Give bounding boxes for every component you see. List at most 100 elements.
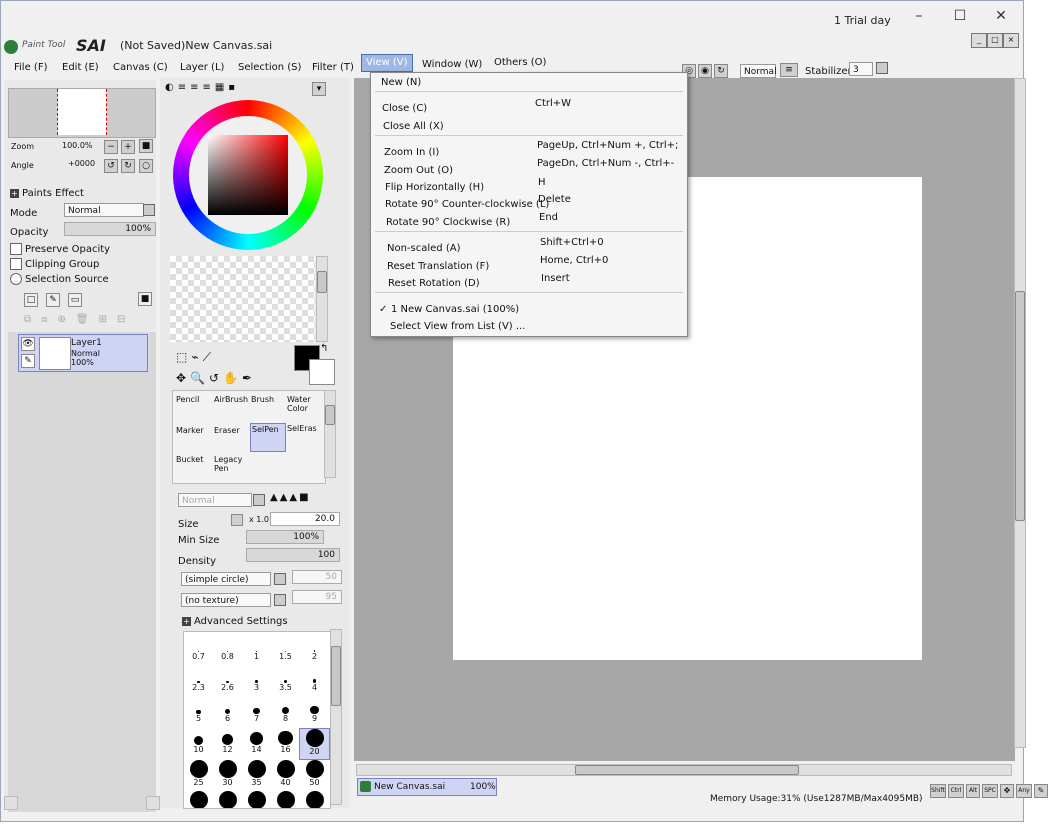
mdi-minimize-button[interactable]: _ xyxy=(971,33,987,48)
brush-edge-hardness-icons[interactable]: ▲▲▲■ xyxy=(270,492,340,506)
advanced-settings-header[interactable]: + Advanced Settings xyxy=(182,616,288,627)
layer-scroll-left-button[interactable] xyxy=(4,796,18,810)
tool-marker[interactable]: Marker xyxy=(175,425,211,454)
selection-source-radio[interactable] xyxy=(10,273,22,285)
canvas-vertical-scrollbar[interactable] xyxy=(1014,78,1026,748)
view-menu-canvas-entry[interactable]: 1 New Canvas.sai (100%) xyxy=(391,304,519,315)
view-menu-flip-horizontally[interactable]: Flip Horizontally (H) xyxy=(385,182,484,193)
navigator-preview[interactable] xyxy=(8,88,156,138)
view-menu-zoom-out[interactable]: Zoom Out (O) xyxy=(384,165,453,176)
tool-selpen[interactable]: SelPen xyxy=(250,423,286,452)
brush-size-preset[interactable]: 8 xyxy=(271,698,300,728)
brush-mode-dropdown-icon[interactable] xyxy=(253,494,265,506)
rotate-reset-button[interactable]: ○ xyxy=(139,159,153,173)
clipping-group-checkbox[interactable] xyxy=(10,258,22,270)
paints-effect-header[interactable]: + Paints Effect xyxy=(10,188,84,199)
brush-size-preset[interactable]: 5 xyxy=(184,698,213,728)
size-value[interactable]: 20.0 xyxy=(270,512,340,526)
size-multiplier-dropdown-icon[interactable] xyxy=(231,514,243,526)
mdi-close-button[interactable]: × xyxy=(1003,33,1019,48)
layer-row[interactable]: 👁 ✎ Layer1 Normal 100% xyxy=(18,334,148,372)
brush-size-preset[interactable]: 70 xyxy=(213,791,242,808)
brush-size-preset[interactable]: 20 xyxy=(299,728,330,760)
brush-size-preset[interactable]: 100 xyxy=(271,791,300,808)
preserve-opacity-row[interactable]: Preserve Opacity xyxy=(10,243,110,255)
layer-mode-select[interactable]: Normal xyxy=(64,203,144,217)
canvas-tab[interactable]: New Canvas.sai 100% xyxy=(357,778,497,796)
color-wheel[interactable] xyxy=(173,100,323,250)
tool-airbrush[interactable]: AirBrush xyxy=(213,394,249,423)
brush-size-preset[interactable]: 3 xyxy=(242,667,271,697)
layer-mode-dropdown-icon[interactable] xyxy=(143,204,155,216)
brush-size-preset[interactable]: 9 xyxy=(300,698,329,728)
swatch-scrollbar[interactable] xyxy=(316,256,328,342)
brush-size-preset[interactable]: 1 xyxy=(242,636,271,666)
menu-filter[interactable]: Filter (T) xyxy=(308,60,358,76)
clipping-group-row[interactable]: Clipping Group xyxy=(10,258,99,270)
canvas-horizontal-scrollbar[interactable] xyxy=(356,764,1012,776)
tool-brush[interactable]: Brush xyxy=(250,394,286,423)
brush-size-scrollbar[interactable] xyxy=(330,629,342,805)
view-menu-reset-translation[interactable]: Reset Translation (F) xyxy=(387,261,489,272)
tool-bucket[interactable]: Bucket xyxy=(175,454,211,483)
tool-seleras[interactable]: SelEras xyxy=(286,423,322,452)
color-swatches[interactable] xyxy=(170,256,315,342)
view-menu-non-scaled[interactable]: Non-scaled (A) xyxy=(387,243,460,254)
brush-size-preset[interactable]: 80 xyxy=(242,791,271,808)
new-linework-layer-icon[interactable]: ✎ xyxy=(46,293,60,307)
color-panel-menu-icon[interactable]: ▾ xyxy=(312,82,326,96)
menu-file[interactable]: File (F) xyxy=(10,60,51,76)
maximize-button[interactable]: ☐ xyxy=(945,6,975,26)
selection-source-row[interactable]: Selection Source xyxy=(10,273,109,285)
zoom-value[interactable]: 100.0% xyxy=(62,141,93,150)
new-folder-icon[interactable]: ▭ xyxy=(68,293,82,307)
secondary-color-swatch[interactable] xyxy=(309,359,335,385)
swap-colors-icon[interactable]: ↰ xyxy=(320,343,328,354)
view-menu-close-all[interactable]: Close All (X) xyxy=(383,121,444,132)
view-menu-select-view[interactable]: Select View from List (V) ... xyxy=(390,321,525,332)
brush-size-preset[interactable]: 0.7 xyxy=(184,636,213,666)
tool-pencil[interactable]: Pencil xyxy=(175,394,211,423)
menu-window[interactable]: Window (W) xyxy=(418,57,486,73)
menu-edit[interactable]: Edit (E) xyxy=(58,60,103,76)
brush-size-preset[interactable]: 35 xyxy=(242,760,271,790)
saturation-value-square[interactable] xyxy=(208,135,288,215)
brush-size-preset[interactable]: 14 xyxy=(242,729,271,759)
rotate-right-button[interactable]: ↻ xyxy=(121,159,135,173)
layer-visibility-eye-icon[interactable]: 👁 xyxy=(21,337,35,351)
zoom-reset-button[interactable]: ■ xyxy=(139,139,153,153)
selection-tools[interactable]: ⬚⌁⟋ xyxy=(176,350,215,365)
preserve-opacity-checkbox[interactable] xyxy=(10,243,22,255)
brush-size-preset[interactable]: 120 xyxy=(300,791,329,808)
brush-size-preset[interactable]: 12 xyxy=(213,729,242,759)
rotate-left-button[interactable]: ↺ xyxy=(104,159,118,173)
view-menu-zoom-in[interactable]: Zoom In (I) xyxy=(384,147,439,158)
color-mode-tabs[interactable]: ◐≡≡≡▦▪ xyxy=(165,82,285,96)
brush-shape-dropdown-icon[interactable] xyxy=(274,573,286,585)
tool-eraser[interactable]: Eraser xyxy=(213,425,249,454)
layer-scroll-right-button[interactable] xyxy=(146,796,160,810)
view-menu-new[interactable]: New (N) xyxy=(381,77,421,88)
brush-size-preset[interactable]: 16 xyxy=(271,729,300,759)
size-multiplier[interactable]: x 1.0 xyxy=(249,515,269,524)
brush-size-preset[interactable]: 50 xyxy=(300,760,329,790)
brush-shape-value[interactable]: 50 xyxy=(292,570,342,584)
brush-size-preset[interactable]: 0.8 xyxy=(213,636,242,666)
brush-size-preset[interactable]: 3.5 xyxy=(271,667,300,697)
brush-size-preset[interactable]: 7 xyxy=(242,698,271,728)
brush-size-preset[interactable]: 25 xyxy=(184,760,213,790)
menu-canvas[interactable]: Canvas (C) xyxy=(109,60,172,76)
brush-size-preset[interactable]: 40 xyxy=(271,760,300,790)
density-slider[interactable]: 100 xyxy=(246,548,340,562)
layer-mask-icon[interactable]: ■ xyxy=(138,292,152,306)
blend-mode-select[interactable]: Normal xyxy=(740,64,777,78)
brush-size-preset[interactable]: 4 xyxy=(300,667,329,697)
toolbar-zoom-out-icon[interactable]: ◉ xyxy=(698,64,712,78)
mdi-restore-button[interactable]: □ xyxy=(987,33,1003,48)
brush-texture-value[interactable]: 95 xyxy=(292,590,342,604)
brush-shape-select[interactable]: (simple circle) xyxy=(181,572,271,586)
view-menu-rotate-ccw[interactable]: Rotate 90° Counter-clockwise (L) xyxy=(385,199,549,210)
transform-tools[interactable]: ✥🔍↺✋✒ xyxy=(176,371,256,385)
brush-size-preset[interactable]: 60 xyxy=(184,791,213,808)
brush-size-preset[interactable]: 30 xyxy=(213,760,242,790)
